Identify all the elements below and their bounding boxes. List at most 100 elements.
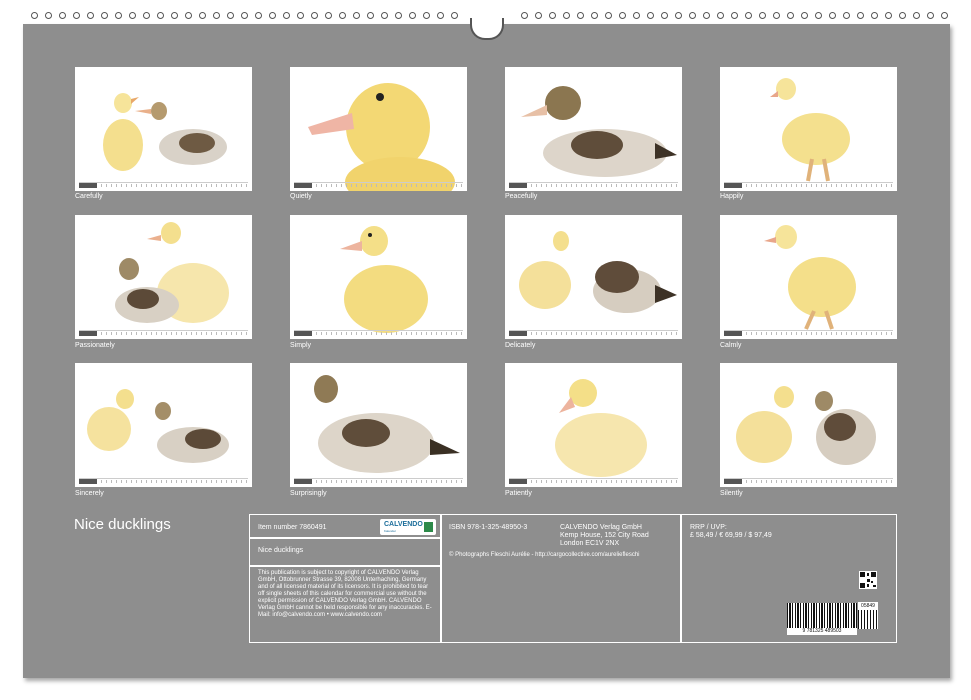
binding-hole (311, 12, 318, 19)
binding-hole (143, 12, 150, 19)
binding-hole (843, 12, 850, 19)
binding-hole (731, 12, 738, 19)
binding-hole (129, 12, 136, 19)
binding-hole (717, 12, 724, 19)
publisher-name: CALVENDO Verlag GmbH (560, 524, 642, 531)
duckling-photo (314, 375, 460, 473)
legal-text: This publication is subject to copyright… (258, 570, 432, 618)
divider (440, 515, 442, 642)
binding-hole (927, 12, 934, 19)
photo-tile-3 (505, 67, 682, 191)
date-strip (509, 478, 678, 484)
logo-subtext: Kalender (384, 529, 397, 533)
binding-hole (73, 12, 80, 19)
binding-hole (619, 12, 626, 19)
tile-caption: Sincerely (75, 490, 104, 497)
photo-tile-1 (75, 67, 252, 191)
binding-hole (605, 12, 612, 19)
binding-hole (367, 12, 374, 19)
binding-hole (283, 12, 290, 19)
date-strip (294, 478, 463, 484)
product-title: Nice ducklings (258, 547, 304, 554)
duckling-photo (736, 386, 876, 465)
divider (250, 565, 440, 567)
qr-code-icon (859, 571, 877, 589)
photo-tile-7 (505, 215, 682, 339)
binding-hole (913, 12, 920, 19)
photo-tile-12 (720, 363, 897, 487)
tile-caption: Peacefully (505, 193, 538, 200)
binding-hole (759, 12, 766, 19)
binding-hole (647, 12, 654, 19)
date-strip (724, 330, 893, 336)
tile-caption: Silently (720, 490, 743, 497)
logo-mark-icon (424, 522, 433, 532)
addon-barcode-icon (858, 610, 878, 629)
date-strip (294, 330, 463, 336)
publisher-street: Kemp House, 152 City Road (560, 532, 649, 539)
divider (680, 515, 682, 642)
binding-hole (101, 12, 108, 19)
tile-caption: Carefully (75, 193, 103, 200)
tile-caption: Happily (720, 193, 744, 200)
binding-hole (87, 12, 94, 19)
calendar-title: Nice ducklings (74, 516, 171, 533)
date-strip (724, 478, 893, 484)
binding-hole (801, 12, 808, 19)
binding-hole (745, 12, 752, 19)
binding-hole (297, 12, 304, 19)
date-strip (79, 182, 248, 188)
binding-hole (675, 12, 682, 19)
binding-hole (451, 12, 458, 19)
binding-hole (199, 12, 206, 19)
divider (250, 537, 440, 539)
barcode-number: 9 781325 489503 (787, 628, 857, 635)
info-panel: Item number 7860491 CALVENDO Kalender Ni… (249, 514, 897, 643)
tile-caption: Simply (290, 342, 312, 349)
binding-hole (521, 12, 528, 19)
isbn-barcode-icon (787, 603, 857, 629)
binding-hole (213, 12, 220, 19)
binding-hole (787, 12, 794, 19)
binding-hole (241, 12, 248, 19)
publisher-city: London EC1V 2NX (560, 540, 620, 547)
binding-hole (871, 12, 878, 19)
binding-hole (45, 12, 52, 19)
binding-hole (661, 12, 668, 19)
binding-hole (227, 12, 234, 19)
binding-hole (563, 12, 570, 19)
binding-hole (381, 12, 388, 19)
photo-tile-9 (75, 363, 252, 487)
duckling-photo (521, 86, 677, 177)
duckling-photo (103, 93, 227, 171)
duckling-photo (308, 83, 455, 191)
binding-hole (395, 12, 402, 19)
binding-hole (703, 12, 710, 19)
isbn: ISBN 978-1-325-48950-3 (449, 524, 528, 531)
binding-hole (423, 12, 430, 19)
binding-hole (255, 12, 262, 19)
binding-hole (31, 12, 38, 19)
tile-caption: Patiently (505, 490, 532, 497)
duckling-photo (770, 78, 850, 182)
tile-caption: Delicately (505, 342, 536, 349)
binding-hole (269, 12, 276, 19)
barcode-addon-number: 05849 (858, 602, 878, 610)
duckling-photo (519, 231, 677, 313)
photo-tile-6 (290, 215, 467, 339)
date-strip (509, 330, 678, 336)
tile-caption: Calmly (720, 342, 742, 349)
photo-tile-5 (75, 215, 252, 339)
binding-hole (829, 12, 836, 19)
photo-credit: © Photographs Fleschi Aurélie - http://c… (449, 552, 640, 558)
rrp-prices: £ 58,49 / € 69,99 / $ 97,49 (690, 532, 772, 539)
item-number: Item number 7860491 (258, 524, 327, 531)
date-strip (79, 330, 248, 336)
binding-hole (409, 12, 416, 19)
binding-hole (633, 12, 640, 19)
photo-tile-8 (720, 215, 897, 339)
tile-caption: Quietly (290, 193, 312, 200)
binding-hole (171, 12, 178, 19)
photo-tile-2 (290, 67, 467, 191)
date-strip (294, 182, 463, 188)
